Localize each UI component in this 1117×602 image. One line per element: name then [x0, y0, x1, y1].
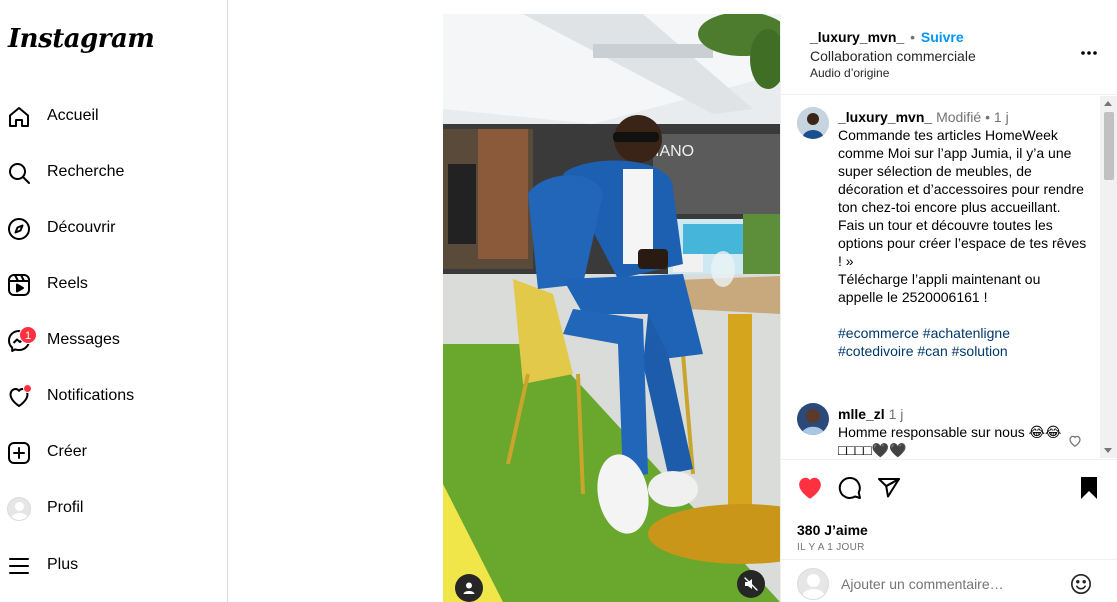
avatar [797, 568, 829, 600]
sidebar-item-label: Accueil [47, 107, 99, 124]
caption-line: super sélection de meubles, de [838, 163, 1032, 179]
edited-label: Modifié [936, 109, 982, 125]
caption-line: Commande tes articles HomeWeek [838, 127, 1058, 143]
avatar[interactable] [797, 107, 829, 139]
comment-text: □□□□🖤🖤 [838, 442, 907, 458]
messages-badge: 1 [19, 326, 37, 344]
paid-partnership-label[interactable]: Collaboration commerciale [810, 48, 976, 64]
post-caption: _luxury_mvn_ Modifié • 1 j Commande tes … [838, 108, 1100, 360]
sidebar-item-label: Découvrir [47, 219, 116, 236]
caption-line: comme Moi sur l’app Jumia, il y’a une [838, 145, 1072, 161]
post-header: _luxury_mvn_ • Suivre Collaboration comm… [781, 14, 1117, 95]
scroll-up-arrow-icon[interactable] [1104, 101, 1112, 106]
caption-author[interactable]: _luxury_mvn_ [838, 109, 932, 125]
speaker-muted-icon [744, 577, 758, 591]
compass-icon [8, 218, 30, 240]
comment-input[interactable] [841, 573, 1061, 595]
post-panel: _luxury_mvn_ • Suivre Collaboration comm… [780, 14, 1117, 602]
sidebar-item-plus[interactable]: Plus [0, 542, 228, 590]
notification-dot [23, 384, 32, 393]
avatar [7, 497, 31, 521]
caption-line: ton chez-toi encore plus accueillant. [838, 199, 1061, 215]
sidebar-item-creer[interactable]: Créer [0, 429, 228, 477]
caption-line: appelle le 2520006161 ! [838, 289, 988, 305]
emoji-icon[interactable] [1070, 573, 1092, 595]
comments-scrollbar[interactable] [1100, 96, 1117, 458]
reels-icon [8, 274, 30, 296]
audio-label[interactable]: Audio d’origine [810, 66, 889, 80]
sidebar-item-recherche[interactable]: Recherche [0, 149, 228, 197]
scroll-down-arrow-icon[interactable] [1104, 448, 1112, 453]
sidebar-item-decouvrir[interactable]: Découvrir [0, 205, 228, 253]
sidebar-item-reels[interactable]: Reels [0, 261, 228, 309]
post-actions: 380 J’aime IL Y A 1 JOUR [781, 459, 1117, 559]
sidebar-item-accueil[interactable]: Accueil [0, 93, 228, 141]
comment-age: 1 j [888, 406, 904, 422]
sidebar-item-label: Messages [47, 331, 120, 348]
home-icon [9, 107, 29, 127]
create-icon [8, 442, 30, 464]
caption-line: décoration et d’accessoires pour rendre [838, 181, 1084, 197]
sidebar-item-label: Reels [47, 275, 88, 292]
mute-button[interactable] [737, 570, 765, 598]
instagram-logo[interactable]: Instagram [8, 24, 155, 54]
sidebar-item-label: Notifications [47, 387, 135, 404]
tagged-users-button[interactable] [455, 574, 483, 602]
comment-text: Homme responsable sur nous 😂😂 [838, 424, 1062, 440]
search-icon [9, 163, 30, 184]
avatar[interactable] [797, 403, 829, 435]
caption-line: options pour créer l’espace de tes rêves [838, 235, 1087, 251]
like-heart-icon[interactable] [797, 476, 823, 500]
share-icon[interactable] [877, 476, 901, 500]
sidebar-item-notifications[interactable]: Notifications [0, 373, 228, 421]
author-avatar-image [797, 107, 829, 139]
menu-icon [9, 558, 29, 574]
caption-line: Fais un tour et découvre toutes les [838, 217, 1053, 233]
caption-separator: • [985, 109, 990, 125]
sidebar-item-label: Créer [47, 443, 88, 460]
hashtags[interactable]: #ecommerce #achatenligne [838, 324, 1100, 342]
caption-line: Télécharge l’appli maintenant ou [838, 271, 1041, 287]
sidebar-item-messages[interactable]: 1 Messages [0, 317, 228, 365]
more-options-icon[interactable] [1080, 50, 1098, 56]
header-separator: • [910, 29, 915, 45]
comment-author[interactable]: mlle_zl [838, 406, 885, 422]
follow-button[interactable]: Suivre [921, 29, 964, 45]
scrollbar-thumb[interactable] [1104, 112, 1114, 180]
video-frame: IANO [443, 14, 780, 602]
hashtags[interactable]: #cotedivoire #can #solution [838, 342, 1100, 360]
sidebar-item-label: Recherche [47, 163, 125, 180]
commenter-avatar-image [797, 403, 829, 435]
bookmark-icon[interactable] [1078, 476, 1100, 500]
sidebar-item-label: Plus [47, 556, 79, 573]
post-timestamp[interactable]: IL Y A 1 JOUR [797, 542, 865, 553]
caption-age: 1 j [993, 109, 1009, 125]
likes-count[interactable]: 380 J’aime [797, 522, 868, 538]
sidebar-item-profil[interactable]: Profil [0, 485, 228, 533]
comment-icon[interactable] [838, 476, 862, 500]
sidebar: Instagram Accueil Recherche Découvrir Re… [0, 0, 228, 602]
user-icon [463, 582, 475, 594]
add-comment-bar [781, 559, 1117, 602]
comments-list[interactable]: _luxury_mvn_ Modifié • 1 j Commande tes … [781, 96, 1102, 458]
post-video[interactable]: IANO [443, 14, 780, 602]
comment-like-icon[interactable] [1068, 434, 1082, 448]
caption-line: ! » [838, 253, 854, 269]
post-author[interactable]: _luxury_mvn_ [810, 29, 904, 45]
sidebar-item-label: Profil [47, 499, 84, 516]
comment: mlle_zl 1 j Homme responsable sur nous 😂… [838, 405, 1068, 458]
